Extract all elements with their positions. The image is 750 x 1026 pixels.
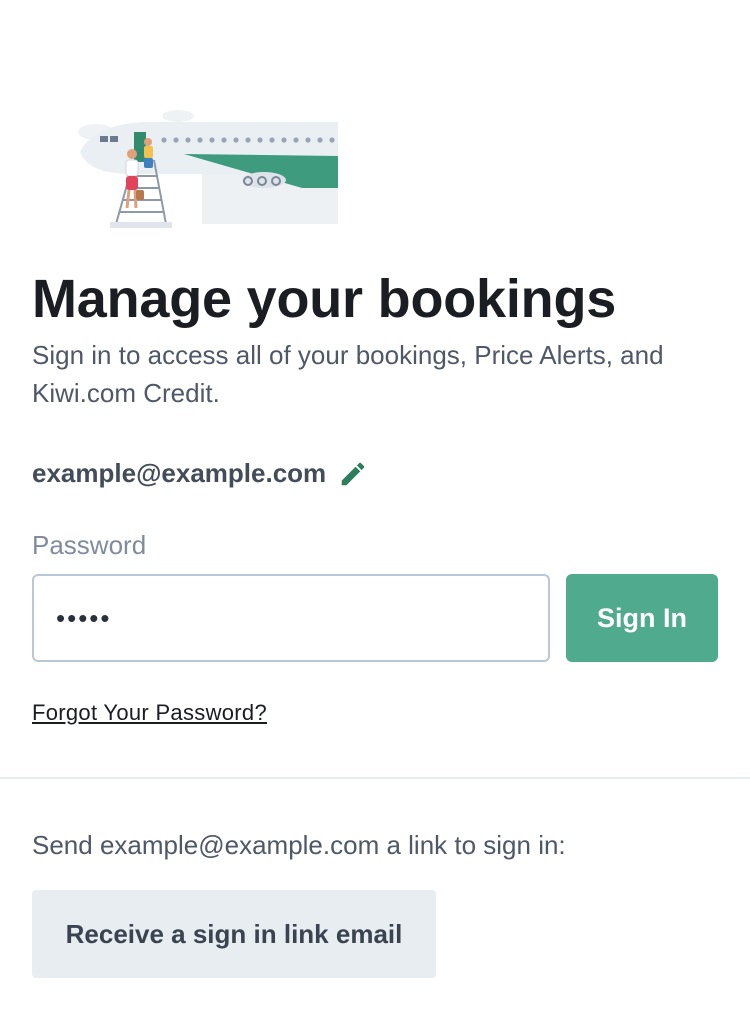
forgot-password-link[interactable]: Forgot Your Password? [32, 700, 267, 726]
sign-in-button[interactable]: Sign In [566, 574, 718, 662]
sign-in-page: Manage your bookings Sign in to access a… [0, 0, 750, 1026]
password-input[interactable] [32, 574, 550, 662]
section-divider [0, 777, 750, 779]
account-email-row: example@example.com [32, 458, 368, 489]
pencil-icon[interactable] [338, 459, 368, 489]
magic-link-prompt: Send example@example.com a link to sign … [32, 830, 566, 860]
account-email: example@example.com [32, 458, 327, 488]
password-label: Password [32, 530, 147, 560]
send-sign-in-link-button[interactable]: Receive a sign in link email [32, 890, 436, 978]
page-title: Manage your bookings [32, 269, 617, 329]
page-subtitle: Sign in to access all of your bookings, … [32, 340, 664, 408]
airplane-boarding-illustration [78, 110, 338, 228]
